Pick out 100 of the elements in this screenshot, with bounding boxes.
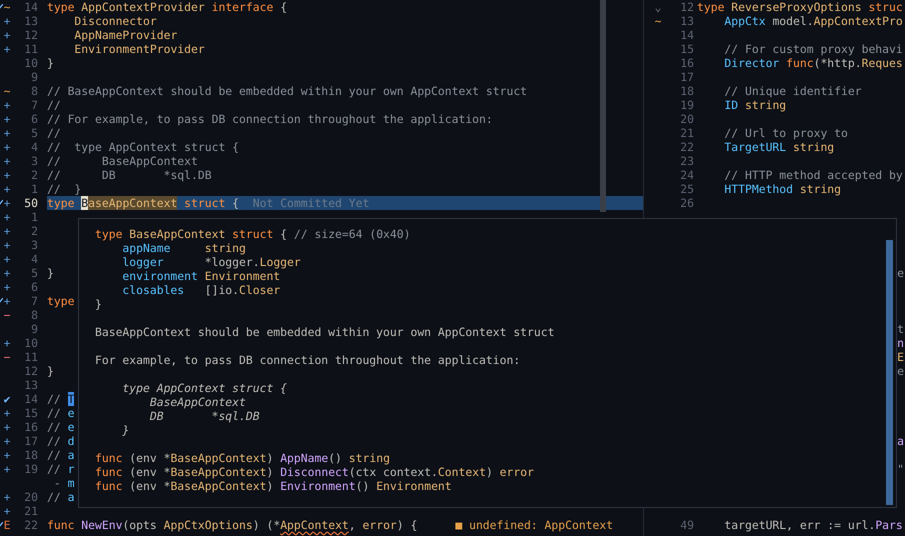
line-number: 13 [24,378,38,392]
line-number: 19 [24,462,38,476]
code-line: targetURL, err := url.Pars [723,518,903,532]
code-line: } [47,266,54,280]
git-sign: + [4,504,10,518]
line-number: 7 [31,294,38,308]
git-sign: ~ [4,0,10,14]
line-number: 16 [680,56,694,70]
line-number: 1 [31,182,38,196]
code-line: BaseAppContext should be embedded within your own AppContext struct [95,325,554,339]
git-sign: + [4,28,10,42]
code-line: // Unique identifier [723,84,862,98]
git-sign: + [4,210,10,224]
code-line: logger *logger.Logger [121,255,301,269]
code-line: n [897,336,904,350]
git-sign: + [4,252,10,266]
code-line: ID string [723,98,786,112]
line-number: 14 [680,28,694,42]
line-number: 15 [24,406,38,420]
git-sign: + [4,126,10,140]
git-sign: + [4,98,10,112]
code-line: closables []io.Closer [121,283,280,297]
code-line: e [897,364,904,378]
code-line: // d [47,434,74,448]
line-number: 49 [680,518,694,532]
line-number: 3 [31,238,38,252]
line-number: 23 [680,154,694,168]
line-number: 21 [24,504,38,518]
git-sign: + [4,224,10,238]
code-line: // a [47,448,74,462]
git-sign: ⌄ [654,0,662,14]
git-sign: + [4,490,10,504]
code-line: " [897,462,904,476]
git-sign: − [4,308,10,322]
line-number: 13 [24,14,38,28]
git-sign: − [4,350,10,364]
line-number: 22 [680,140,694,154]
line-number: 6 [31,112,38,126]
line-number: 18 [24,448,38,462]
line-number: 21 [680,126,694,140]
code-line: E [897,350,904,364]
line-number: 25 [680,182,694,196]
code-line: Director func(*http.Reques [723,56,903,70]
line-number: 14 [24,392,38,406]
code-line: // type AppContext struct { [47,140,240,154]
line-number: 8 [31,308,38,322]
code-line: // For example, to pass DB connection throughout the application: [47,112,493,126]
git-sign: + [4,196,10,210]
line-number: 22 [24,518,38,532]
line-number: 24 [680,168,694,182]
line-number: 12 [680,0,694,14]
code-line: // a [47,490,74,504]
line-number: 8 [31,84,38,98]
git-sign: + [4,14,10,28]
code-line: // DB *sql.DB [47,168,212,182]
code-line: Disconnector [73,14,157,28]
git-sign: + [4,168,10,182]
scrollbar-thumb[interactable] [600,0,606,212]
line-number: 16 [24,420,38,434]
scrollbar-thumb[interactable] [886,240,893,505]
git-sign: + [4,336,10,350]
line-number: 15 [680,42,694,56]
code-line: func (env *BaseAppContext) Disconnect(ctx context.Context) error [95,465,534,479]
code-line: type ReverseProxyOptions struc [697,0,903,14]
line-number: 20 [24,490,38,504]
code-line: type AppContextProvider interface { [47,0,288,14]
code-line: // Url to proxy to [723,126,848,140]
code-line: environment Environment [121,269,280,283]
git-sign: + [4,448,10,462]
code-line: } [95,297,102,311]
code-line: // HTTP method accepted by [723,168,903,182]
code-line: BaseAppContext [148,395,246,409]
line-number: 12 [24,28,38,42]
line-number: 2 [31,168,38,182]
line-number: 10 [24,56,38,70]
code-line: type BaseAppContext struct { // size=64 (0x40) [95,227,410,241]
line-number: 4 [31,252,38,266]
code-line: // [47,126,61,140]
git-sign: + [4,140,10,154]
code-line: TargetURL string [723,140,834,154]
code-line: For example, to pass DB connection throughout the application: [95,353,520,367]
line-number: 10 [24,336,38,350]
code-line: type AppContext struct { [121,381,288,395]
code-line: } [121,423,130,437]
code-line: - m [52,476,74,490]
code-line: func (env *BaseAppContext) AppName() string [95,451,390,465]
git-sign: ~ [654,14,662,28]
code-line: } [47,364,54,378]
line-number: 9 [31,70,38,84]
line-number: 20 [680,112,694,126]
git-sign: + [4,112,10,126]
line-number: 5 [31,126,38,140]
git-sign: E [4,518,10,532]
git-sign: + [4,462,10,476]
code-line: // T [47,392,74,406]
git-sign: ✔ [4,392,10,406]
line-number: 11 [24,350,38,364]
git-sign: + [4,238,10,252]
line-number: 1 [31,210,38,224]
git-sign: + [4,266,10,280]
